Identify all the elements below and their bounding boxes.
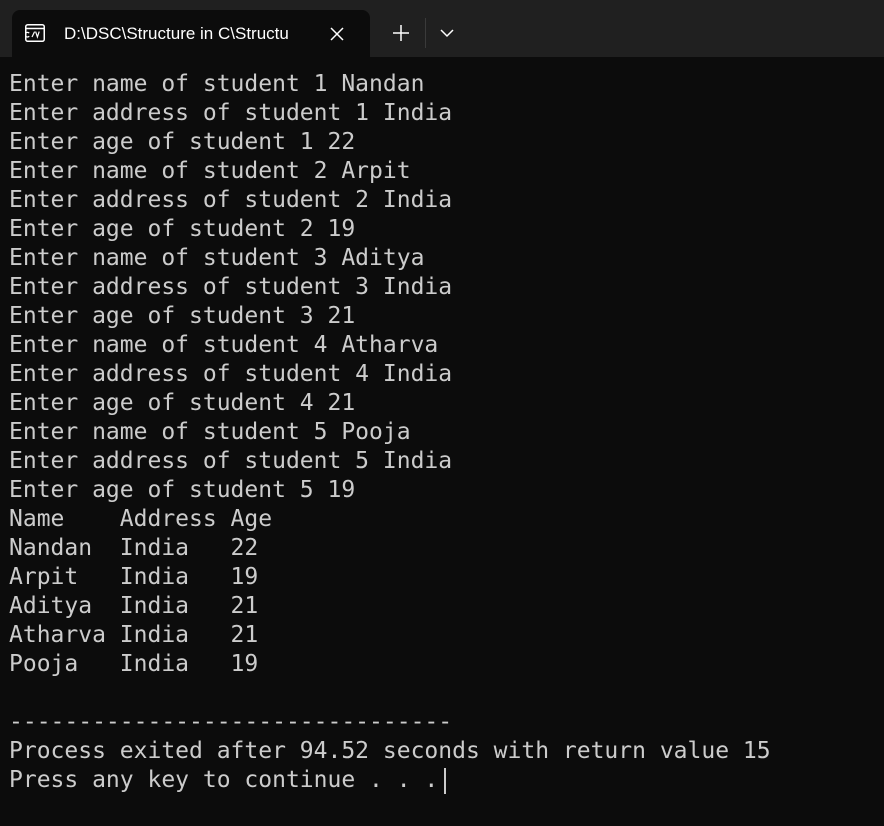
console-line: Enter age of student 1 22	[9, 129, 356, 155]
console-line: Enter address of student 3 India	[9, 274, 453, 300]
console-line: Enter address of student 2 India	[9, 187, 453, 213]
console-icon	[24, 24, 45, 42]
new-tab-plus-icon[interactable]	[388, 20, 414, 46]
close-icon[interactable]	[326, 23, 348, 45]
console-line: Enter age of student 4 21	[9, 390, 356, 416]
table-row-line: Atharva India 21	[9, 622, 259, 648]
text-cursor	[444, 767, 447, 794]
console-line: Enter address of student 1 India	[9, 100, 453, 126]
terminal-window: D:\DSC\Structure in C\Structu Enter name…	[0, 0, 884, 826]
table-row-line: Nandan India 22	[9, 535, 259, 561]
table-row-line: Arpit India 19	[9, 564, 259, 590]
process-exit-line: Process exited after 94.52 seconds with …	[9, 738, 771, 764]
console-line: Enter age of student 3 21	[9, 303, 356, 329]
title-bar[interactable]: D:\DSC\Structure in C\Structu	[0, 0, 884, 57]
press-key-text: Press any key to continue . . .	[9, 767, 439, 793]
tab-divider	[425, 18, 426, 48]
table-row-line: Aditya India 21	[9, 593, 259, 619]
console-line: Enter name of student 3 Aditya	[9, 245, 425, 271]
table-header-line: Name Address Age	[9, 506, 273, 532]
chevron-down-icon[interactable]	[436, 22, 458, 44]
console-line: Enter address of student 4 India	[9, 361, 453, 387]
terminal-tab[interactable]: D:\DSC\Structure in C\Structu	[12, 10, 370, 57]
press-key-line: Press any key to continue . . .	[9, 766, 879, 795]
console-output[interactable]: Enter name of student 1 Nandan Enter add…	[9, 70, 879, 795]
separator-line: --------------------------------	[9, 709, 453, 735]
tab-title: D:\DSC\Structure in C\Structu	[64, 24, 289, 43]
table-row-line: Pooja India 19	[9, 651, 259, 677]
console-line: Enter name of student 5 Pooja	[9, 419, 411, 445]
console-line: Enter age of student 5 19	[9, 477, 356, 503]
console-line: Enter name of student 1 Nandan	[9, 71, 425, 97]
console-line: Enter name of student 4 Atharva	[9, 332, 439, 358]
console-line: Enter name of student 2 Arpit	[9, 158, 411, 184]
console-line: Enter age of student 2 19	[9, 216, 356, 242]
console-line: Enter address of student 5 India	[9, 448, 453, 474]
